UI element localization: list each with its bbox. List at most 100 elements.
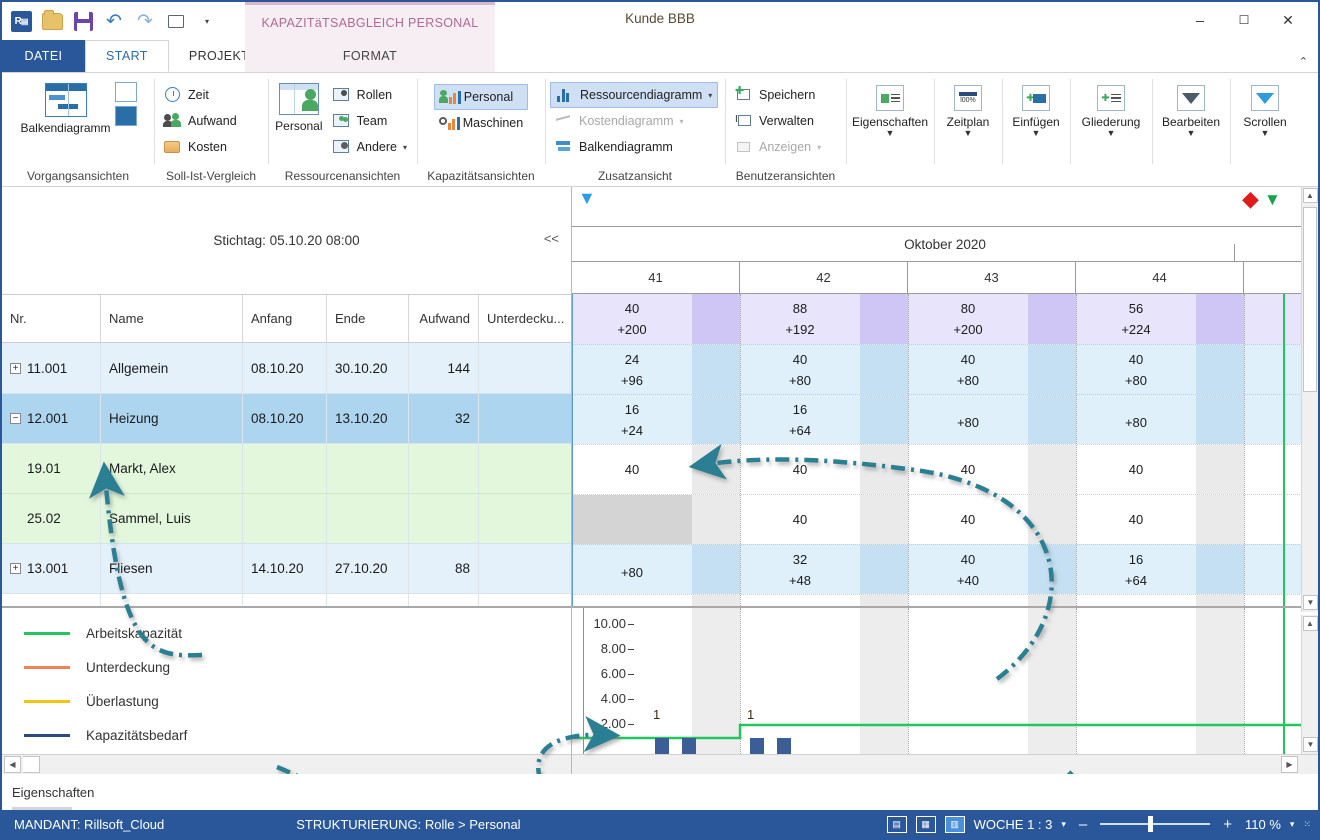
team-button[interactable]: Team [328,108,412,134]
speichern-view-button[interactable]: ✚ Speichern [730,82,826,108]
chart-plot-area: 1 1 [572,608,1318,754]
column-header-aufwand[interactable]: Aufwand [409,295,479,342]
network-view-icon[interactable] [114,82,137,102]
cell-value-bottom: +200 [953,322,983,337]
grid-row-markt-alex[interactable]: 40 40 40 40 [572,444,1318,494]
pane-layout-icon[interactable]: ▤ [886,815,907,833]
table-row[interactable] [2,593,571,606]
table-row[interactable]: 19.01 Markt, Alex [2,443,571,493]
column-header-anfang[interactable]: Anfang [243,295,327,342]
einfuegen-caret-icon[interactable]: ▼ [1032,129,1041,138]
zeit-button[interactable]: Zeit [159,82,242,108]
properties-tab-label[interactable]: Eigenschaften [12,785,94,800]
bar-chart-icon [556,87,574,103]
maximize-button[interactable]: ☐ [1222,6,1266,34]
chart-view-icon[interactable]: ▥ [944,815,965,833]
week-header-41[interactable]: 41 [572,262,740,293]
eigenschaften-caret-icon[interactable]: ▼ [886,129,895,138]
grid-row-group-total[interactable]: 40 +200 88 +192 80 +200 56 +224 [572,294,1318,344]
kosten-button[interactable]: Kosten [159,134,242,160]
tab-format[interactable]: FORMAT [245,40,495,72]
chart-scroll-down-icon[interactable]: ▼ [1303,737,1318,752]
andere-caret-icon[interactable]: ▾ [403,143,407,152]
gliederung-button[interactable]: ✚ Gliederung ▼ [1075,79,1147,138]
horizontal-scrollbar-right[interactable]: ▶ [572,754,1318,774]
scroll-left-icon[interactable]: ◀ [4,756,21,773]
horizontal-scrollbar-left[interactable]: ◀ [2,754,571,774]
properties-bar[interactable]: Eigenschaften [2,774,1318,812]
zoom-out-button[interactable]: – [1075,816,1091,833]
grid-row-heizung[interactable]: 16 +24 16 +64 +80 +80 [572,394,1318,444]
tab-datei[interactable]: DATEI [2,40,85,72]
ressourcendiagramm-caret-icon[interactable]: ▾ [708,91,712,100]
zoom-slider[interactable] [1100,816,1211,832]
kostendiagramm-button[interactable]: Kostendiagramm ▾ [550,108,718,134]
minimize-button[interactable]: – [1178,6,1222,34]
personal-resource-button[interactable]: Personal [273,79,325,133]
timeline-month-header: Oktober 2020 [572,227,1318,262]
rollen-button[interactable]: Rollen [328,82,412,108]
collapse-ribbon-icon[interactable]: ⌃ [1299,55,1308,68]
zeitplan-button[interactable]: l00% Zeitplan ▼ [939,79,997,138]
table-view-icon[interactable]: ▦ [915,815,936,833]
timescale-caret-icon[interactable]: ▾ [1061,819,1066,830]
personal-capacity-button[interactable]: Personal [433,84,529,110]
grid-row-fliesen[interactable]: +80 32 +48 40 +40 16 +64 [572,544,1318,594]
ressourcendiagramm-button[interactable]: Ressourcendiagramm ▾ [550,82,719,108]
scrollen-button[interactable]: Scrollen ▼ [1235,79,1295,138]
week-header-42[interactable]: 42 [740,262,908,293]
row-collapse-icon[interactable]: − [10,413,21,424]
zeitplan-caret-icon[interactable]: ▼ [964,129,973,138]
aufwand-button[interactable]: Aufwand [159,108,242,134]
column-header-unterdeckung[interactable]: Unterdecku... [479,295,572,342]
vacation-cell[interactable] [572,495,692,544]
table-row[interactable]: −12.001 Heizung 08.10.20 13.10.20 32 [2,393,571,443]
timescale-label[interactable]: WOCHE 1 : 3 [974,817,1053,832]
grid-row-sammel-luis[interactable]: 40 40 40 [572,494,1318,544]
column-header-nr[interactable]: Nr. [2,295,101,342]
row-expander-icon[interactable]: + [10,563,21,574]
chart-capacity-line [572,723,1312,740]
bearbeiten-button[interactable]: Bearbeiten ▼ [1157,79,1225,138]
grid-row-allgemein[interactable]: 24 +96 40 +80 40 +80 40 +80 [572,344,1318,394]
zoom-slider-thumb[interactable] [1148,816,1154,832]
chart-scroll-up-icon[interactable]: ▲ [1302,616,1318,631]
table-row[interactable]: +11.001 Allgemein 08.10.20 30.10.20 144 [2,343,571,393]
column-header-ende[interactable]: Ende [327,295,409,342]
balkendiagramm-button[interactable]: Balkendiagramm [20,79,112,135]
scrollen-caret-icon[interactable]: ▼ [1261,129,1270,138]
scroll-up-icon[interactable]: ▲ [1302,188,1318,203]
resize-grip-icon[interactable]: ⁙ [1303,819,1312,830]
table-view-icon[interactable] [114,106,137,126]
eigenschaften-label: Eigenschaften [851,115,929,129]
status-strukturierung[interactable]: STRUKTURIERUNG: Rolle > Personal [284,817,532,832]
scroll-down-icon[interactable]: ▼ [1303,595,1318,610]
week-header-43[interactable]: 43 [908,262,1076,293]
column-header-name[interactable]: Name [101,295,243,342]
einfuegen-button[interactable]: ✚ Einfügen ▼ [1007,79,1065,138]
tab-start[interactable]: START [85,40,169,72]
gliederung-caret-icon[interactable]: ▼ [1107,129,1116,138]
row-expander-icon[interactable]: + [10,362,21,374]
collapse-pane-button[interactable]: << [544,231,559,246]
vertical-scrollbar-chart[interactable]: ▲ ▼ [1301,615,1318,754]
balkendiagramm-small-button[interactable]: Balkendiagramm [550,134,718,160]
table-row[interactable]: +13.001 Fliesen 14.10.20 27.10.20 88 [2,543,571,593]
scroll-thumb-left[interactable] [23,756,40,773]
scroll-right-icon[interactable]: ▶ [1281,756,1298,773]
scroll-thumb-grid[interactable] [1303,207,1317,392]
table-row[interactable]: 25.02 Sammel, Luis [2,493,571,543]
zoom-in-button[interactable]: + [1219,816,1236,833]
bearbeiten-caret-icon[interactable]: ▼ [1187,129,1196,138]
anzeigen-view-button[interactable]: Anzeigen ▾ [730,134,826,160]
vertical-scrollbar-grid[interactable]: ▲ ▼ [1301,187,1318,612]
andere-button[interactable]: Andere ▾ [328,134,412,160]
week-header-44[interactable]: 44 [1076,262,1244,293]
cell-value-bottom: +64 [1124,572,1148,588]
verwalten-view-button[interactable]: I Verwalten [730,108,826,134]
close-button[interactable]: ✕ [1266,6,1310,34]
zoom-caret-icon[interactable]: ▾ [1290,819,1295,830]
maschinen-capacity-button[interactable]: Maschinen [434,110,528,136]
grid-row-empty[interactable] [572,594,1318,606]
eigenschaften-button[interactable]: Eigenschaften ▼ [851,79,929,138]
